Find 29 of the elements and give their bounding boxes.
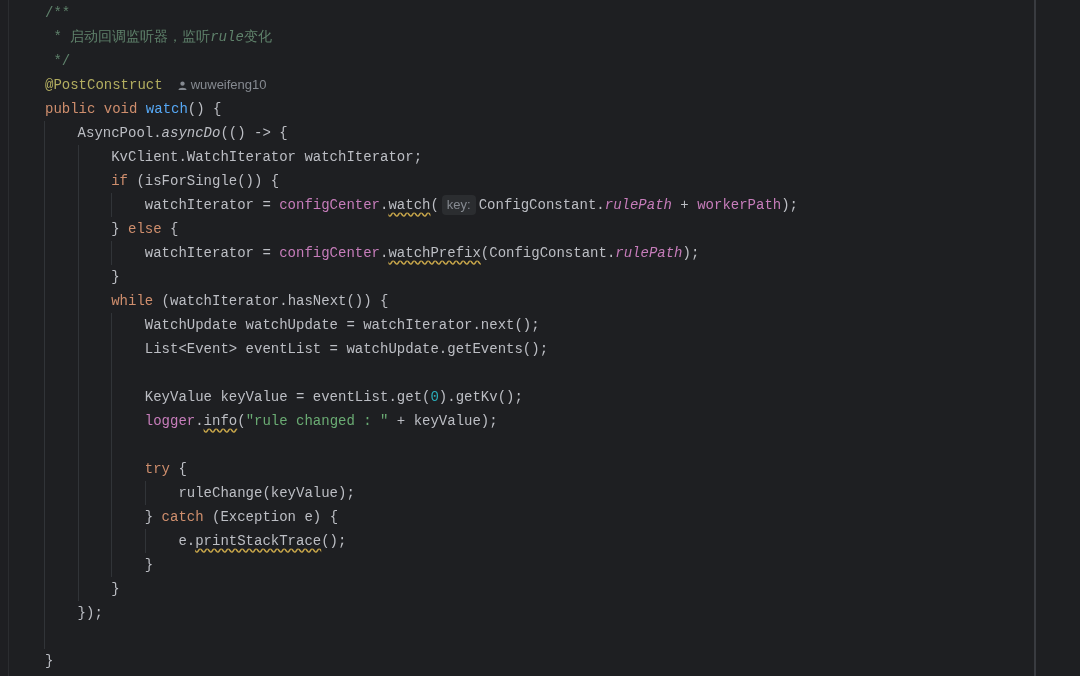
code-line: */ xyxy=(52,52,71,71)
code-line: } xyxy=(111,268,120,287)
code-line: watchIterator = configCenter.watch( xyxy=(144,196,439,215)
code-line: if (isForSingle()) { xyxy=(111,172,280,191)
code-line: } catch (Exception e) { xyxy=(144,508,339,527)
author-hint[interactable]: wuweifeng10 xyxy=(190,75,267,95)
code-line: * 启动回调监听器，监听rule变化 xyxy=(52,28,272,47)
code-line: public void watch() { xyxy=(45,100,222,119)
code-line: KvClient.WatchIterator watchIterator; xyxy=(111,148,423,167)
code-line: @PostConstruct xyxy=(45,76,163,95)
code-line: WatchUpdate watchUpdate = watchIterator.next(); xyxy=(144,316,540,335)
code-line: e.printStackTrace(); xyxy=(178,532,347,551)
code-line: List<Event> eventList = watchUpdate.getEvents(); xyxy=(144,340,549,359)
code-line: } xyxy=(111,580,120,599)
code-line: } xyxy=(144,556,154,575)
code-line: } xyxy=(45,652,54,671)
code-line: /** xyxy=(45,4,71,23)
code-line: try { xyxy=(144,460,187,479)
code-line: KeyValue keyValue = eventList.get(0).getKv(); xyxy=(144,388,523,407)
parameter-hint: key: xyxy=(441,195,476,215)
code-line: } else { xyxy=(111,220,179,239)
code-line: logger.info("rule changed : " + keyValue); xyxy=(144,412,498,431)
code-line: AsyncPool.asyncDo(() -> { xyxy=(77,124,288,143)
code-line: ruleChange(keyValue); xyxy=(178,484,355,503)
code-line: watchIterator = configCenter.watchPrefix(ConfigConstant.rulePath); xyxy=(144,244,700,263)
code-line: ConfigConstant.rulePath + workerPath); xyxy=(478,196,798,215)
code-line: while (watchIterator.hasNext()) { xyxy=(111,292,389,311)
code-line: }); xyxy=(77,604,103,623)
person-icon xyxy=(177,80,187,90)
